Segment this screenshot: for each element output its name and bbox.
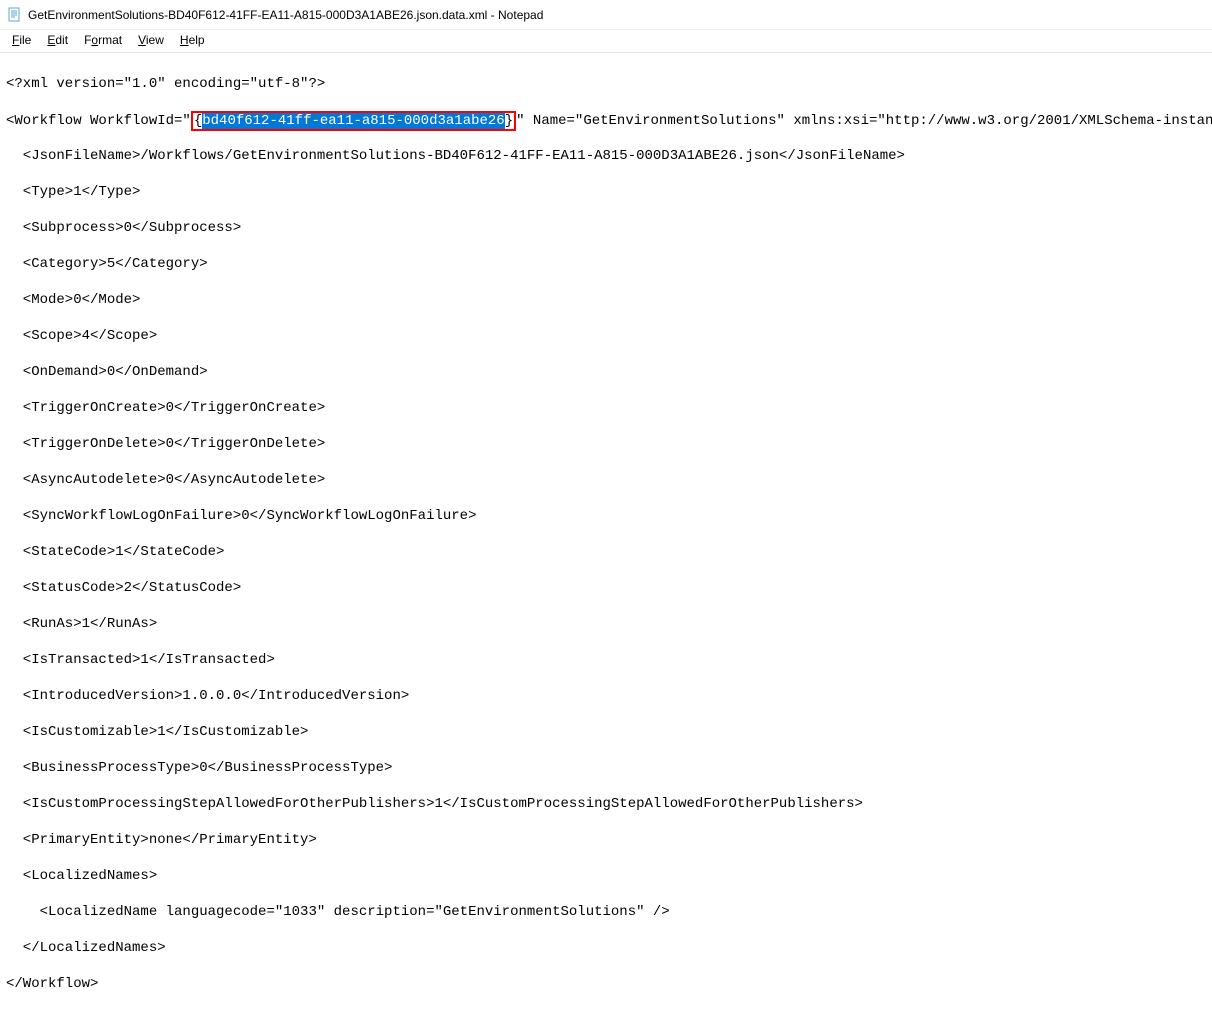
editor-line[interactable]: <Scope>4</Scope> bbox=[6, 327, 1206, 345]
highlight-box: {bd40f612-41ff-ea11-a815-000d3a1abe26} bbox=[191, 111, 516, 131]
menu-format[interactable]: Format bbox=[76, 31, 130, 49]
menu-edit[interactable]: Edit bbox=[39, 31, 76, 49]
menu-help[interactable]: Help bbox=[172, 31, 213, 49]
editor-line[interactable]: <LocalizedName languagecode="1033" descr… bbox=[6, 903, 1206, 921]
editor-line[interactable]: <?xml version="1.0" encoding="utf-8"?> bbox=[6, 75, 1206, 93]
editor-line[interactable]: <LocalizedNames> bbox=[6, 867, 1206, 885]
editor-line[interactable]: <PrimaryEntity>none</PrimaryEntity> bbox=[6, 831, 1206, 849]
editor-line[interactable]: </LocalizedNames> bbox=[6, 939, 1206, 957]
editor-line[interactable]: <JsonFileName>/Workflows/GetEnvironmentS… bbox=[6, 147, 1206, 165]
editor-line[interactable]: <AsyncAutodelete>0</AsyncAutodelete> bbox=[6, 471, 1206, 489]
editor-line[interactable]: <Workflow WorkflowId="{bd40f612-41ff-ea1… bbox=[6, 111, 1206, 129]
text-segment: " Name="GetEnvironmentSolutions" xmlns:x… bbox=[516, 113, 1212, 129]
editor-line[interactable]: <OnDemand>0</OnDemand> bbox=[6, 363, 1206, 381]
editor-line[interactable]: <IsCustomProcessingStepAllowedForOtherPu… bbox=[6, 795, 1206, 813]
editor-line[interactable]: <Type>1</Type> bbox=[6, 183, 1206, 201]
editor-line[interactable]: <IntroducedVersion>1.0.0.0</IntroducedVe… bbox=[6, 687, 1206, 705]
editor-line[interactable]: <RunAs>1</RunAs> bbox=[6, 615, 1206, 633]
editor-line[interactable]: <SyncWorkflowLogOnFailure>0</SyncWorkflo… bbox=[6, 507, 1206, 525]
title-bar: GetEnvironmentSolutions-BD40F612-41FF-EA… bbox=[0, 0, 1212, 30]
menu-separator bbox=[0, 52, 1212, 53]
editor-line[interactable]: <StatusCode>2</StatusCode> bbox=[6, 579, 1206, 597]
menu-bar: File Edit Format View Help bbox=[0, 30, 1212, 50]
window-title: GetEnvironmentSolutions-BD40F612-41FF-EA… bbox=[28, 8, 543, 22]
selected-text: bd40f612-41ff-ea11-a815-000d3a1abe26 bbox=[202, 113, 504, 129]
text-segment: <Workflow WorkflowId=" bbox=[6, 113, 191, 129]
editor-line[interactable]: <BusinessProcessType>0</BusinessProcessT… bbox=[6, 759, 1206, 777]
editor-line[interactable]: <IsTransacted>1</IsTransacted> bbox=[6, 651, 1206, 669]
editor-line[interactable]: <StateCode>1</StateCode> bbox=[6, 543, 1206, 561]
brace-open: { bbox=[194, 113, 202, 129]
editor-line[interactable]: <Subprocess>0</Subprocess> bbox=[6, 219, 1206, 237]
editor-line[interactable]: <TriggerOnDelete>0</TriggerOnDelete> bbox=[6, 435, 1206, 453]
editor-line[interactable]: <Category>5</Category> bbox=[6, 255, 1206, 273]
brace-close: } bbox=[505, 113, 513, 129]
editor-line[interactable]: <IsCustomizable>1</IsCustomizable> bbox=[6, 723, 1206, 741]
text-editor[interactable]: <?xml version="1.0" encoding="utf-8"?> <… bbox=[0, 57, 1212, 1011]
editor-line[interactable]: <TriggerOnCreate>0</TriggerOnCreate> bbox=[6, 399, 1206, 417]
editor-line[interactable]: </Workflow> bbox=[6, 975, 1206, 993]
menu-view[interactable]: View bbox=[130, 31, 172, 49]
editor-line[interactable]: <Mode>0</Mode> bbox=[6, 291, 1206, 309]
menu-file[interactable]: File bbox=[4, 31, 39, 49]
notepad-icon bbox=[6, 7, 22, 23]
